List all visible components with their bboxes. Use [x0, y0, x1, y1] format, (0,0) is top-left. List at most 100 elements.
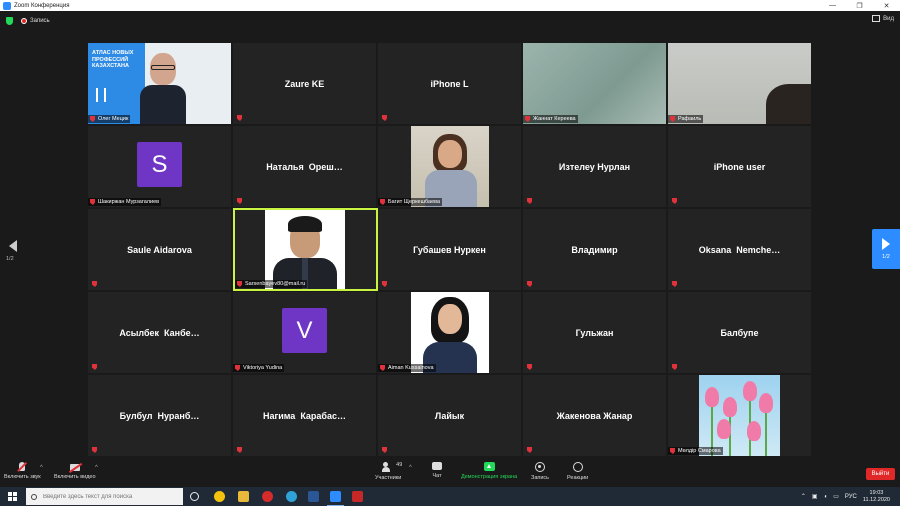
opera-icon[interactable]: [262, 491, 273, 502]
participant-tile[interactable]: Гульжан: [523, 292, 666, 373]
cortana-icon[interactable]: [190, 492, 199, 501]
participant-tile[interactable]: Багит Щеркешбаева: [378, 126, 521, 207]
chrome-icon[interactable]: [214, 491, 225, 502]
view-label: Вид: [883, 15, 894, 22]
avatar: V: [282, 308, 327, 353]
video-options-caret-icon[interactable]: ^: [95, 465, 98, 471]
participant-name: Oksana Nemche…: [698, 244, 781, 255]
windows-start-icon[interactable]: [8, 492, 17, 501]
active-speaker-tile[interactable]: Sarsenbayev80@mail.ru: [233, 208, 378, 291]
language-indicator[interactable]: РУС: [845, 494, 857, 500]
participants-button[interactable]: 49 Участники: [375, 462, 402, 481]
network-icon[interactable]: ▣: [812, 493, 818, 500]
window-title: Zoom Конференция: [14, 2, 70, 9]
participant-label: Жаннат Кереева: [523, 115, 578, 123]
participant-tile[interactable]: Балбупе: [668, 292, 811, 373]
unmute-button[interactable]: Включить звук: [4, 462, 41, 480]
grid-icon: [872, 15, 881, 22]
tray-overflow-icon[interactable]: ⌃: [801, 493, 806, 500]
participant-tile[interactable]: Жакенова Жанар: [523, 375, 666, 456]
minimize-button[interactable]: —: [819, 0, 846, 11]
participant-tile[interactable]: Saule Aidarova: [88, 209, 231, 290]
participant-name: Асылбек Канбе…: [119, 327, 200, 338]
leave-button[interactable]: Выйти: [866, 468, 895, 480]
participant-tile[interactable]: Изтелеу Нурлан: [523, 126, 666, 207]
maximize-button[interactable]: ❐: [846, 0, 873, 11]
participant-label: Рафаиль: [668, 115, 704, 123]
participants-label: Участники: [375, 475, 402, 481]
edge-icon[interactable]: [286, 491, 297, 502]
page-indicator-left: 1/2: [6, 256, 14, 262]
participant-tile[interactable]: Нагима Карабас…: [233, 375, 376, 456]
participant-tile[interactable]: Жаннат Кереева: [523, 43, 666, 124]
chat-icon: [432, 462, 442, 470]
participant-name: Жакенова Жанар: [556, 410, 633, 421]
next-page-button[interactable]: 1/2: [872, 229, 900, 269]
search-icon: [31, 493, 37, 500]
participant-tile[interactable]: V Viktoriya Yudina: [233, 292, 376, 373]
participant-video: [411, 292, 489, 373]
pdf-reader-icon[interactable]: [352, 491, 363, 502]
participant-name: Багит Щеркешбаева: [388, 199, 441, 205]
participant-name: Шакиржан Мурзагалиев: [98, 199, 160, 205]
participant-tile[interactable]: АТЛАС НОВЫХ ПРОФЕССИЙ КАЗАХСТАНА Олег Ме…: [88, 43, 231, 124]
record-button[interactable]: Запись: [531, 462, 549, 481]
participant-label: Шакиржан Мурзагалиев: [88, 198, 162, 206]
search-input[interactable]: [43, 493, 183, 500]
muted-mic-icon: [380, 365, 385, 371]
battery-icon[interactable]: ▭: [833, 493, 839, 500]
participant-name: Жаннат Кереева: [533, 116, 576, 122]
participant-tile[interactable]: Мөлдір Смарова: [668, 375, 811, 456]
muted-mic-icon: [19, 462, 26, 471]
zoom-taskbar-icon[interactable]: [327, 491, 344, 506]
audio-options-caret-icon[interactable]: ^: [40, 465, 43, 471]
share-screen-icon: [483, 462, 495, 471]
clock-time: 19:03: [869, 489, 884, 496]
participant-tile[interactable]: Лайык: [378, 375, 521, 456]
participant-tile[interactable]: Рафаиль: [668, 43, 811, 124]
shield-icon[interactable]: [6, 17, 13, 25]
reactions-button[interactable]: Реакции: [567, 462, 588, 481]
muted-mic-icon: [90, 116, 95, 122]
taskbar-search[interactable]: [26, 488, 183, 505]
participant-tile[interactable]: iPhone L: [378, 43, 521, 124]
participant-tile[interactable]: Булбул Нуранб…: [88, 375, 231, 456]
participant-tile[interactable]: iPhone user: [668, 126, 811, 207]
participant-tile[interactable]: S Шакиржан Мурзагалиев: [88, 126, 231, 207]
participant-tile[interactable]: Владимир: [523, 209, 666, 290]
participant-label: Мөлдір Смарова: [668, 447, 723, 455]
file-explorer-icon[interactable]: [238, 491, 249, 502]
participant-tile[interactable]: Oksana Nemche…: [668, 209, 811, 290]
view-button[interactable]: Вид: [872, 15, 894, 22]
word-icon[interactable]: [308, 491, 319, 502]
muted-mic-icon: [670, 116, 675, 122]
muted-mic-icon: [525, 116, 530, 122]
participant-name: Aiman Kussainova: [388, 365, 434, 371]
share-screen-button[interactable]: Демонстрация экрана: [461, 462, 517, 480]
participant-tile[interactable]: Zaure KE: [233, 43, 376, 124]
participant-name: Sarsenbayev80@mail.ru: [245, 281, 306, 287]
participant-tile[interactable]: Aiman Kussainova: [378, 292, 521, 373]
participants-caret-icon[interactable]: ^: [409, 465, 412, 471]
participant-tile[interactable]: Наталья Ореш…: [233, 126, 376, 207]
reactions-label: Реакции: [567, 475, 589, 481]
volume-icon[interactable]: ◖: [824, 494, 828, 500]
start-video-button[interactable]: Включить видео: [54, 462, 96, 480]
close-button[interactable]: ✕: [873, 0, 900, 11]
previous-page-button[interactable]: 1/2: [6, 240, 20, 270]
muted-mic-icon: [90, 199, 95, 205]
chevron-right-icon: [882, 238, 890, 250]
participant-name: iPhone user: [713, 161, 766, 172]
participant-tile[interactable]: Губашев Нуркен: [378, 209, 521, 290]
recording-label[interactable]: Запись: [30, 18, 50, 24]
participant-name: Zaure KE: [284, 78, 325, 89]
system-tray: ⌃ ▣ ◖ ▭ РУС 19:03 11.12.2020: [801, 487, 900, 506]
participant-name: Владимир: [571, 244, 618, 255]
participant-tile[interactable]: Асылбек Канбе…: [88, 292, 231, 373]
chat-button[interactable]: Чат: [432, 462, 442, 479]
clock[interactable]: 19:03 11.12.2020: [863, 490, 890, 504]
brand-banner-text: АТЛАС НОВЫХ ПРОФЕССИЙ КАЗАХСТАНА: [92, 50, 134, 69]
page-indicator-right: 1/2: [882, 254, 890, 260]
participant-video: [668, 43, 811, 124]
chevron-left-icon: [9, 240, 17, 252]
